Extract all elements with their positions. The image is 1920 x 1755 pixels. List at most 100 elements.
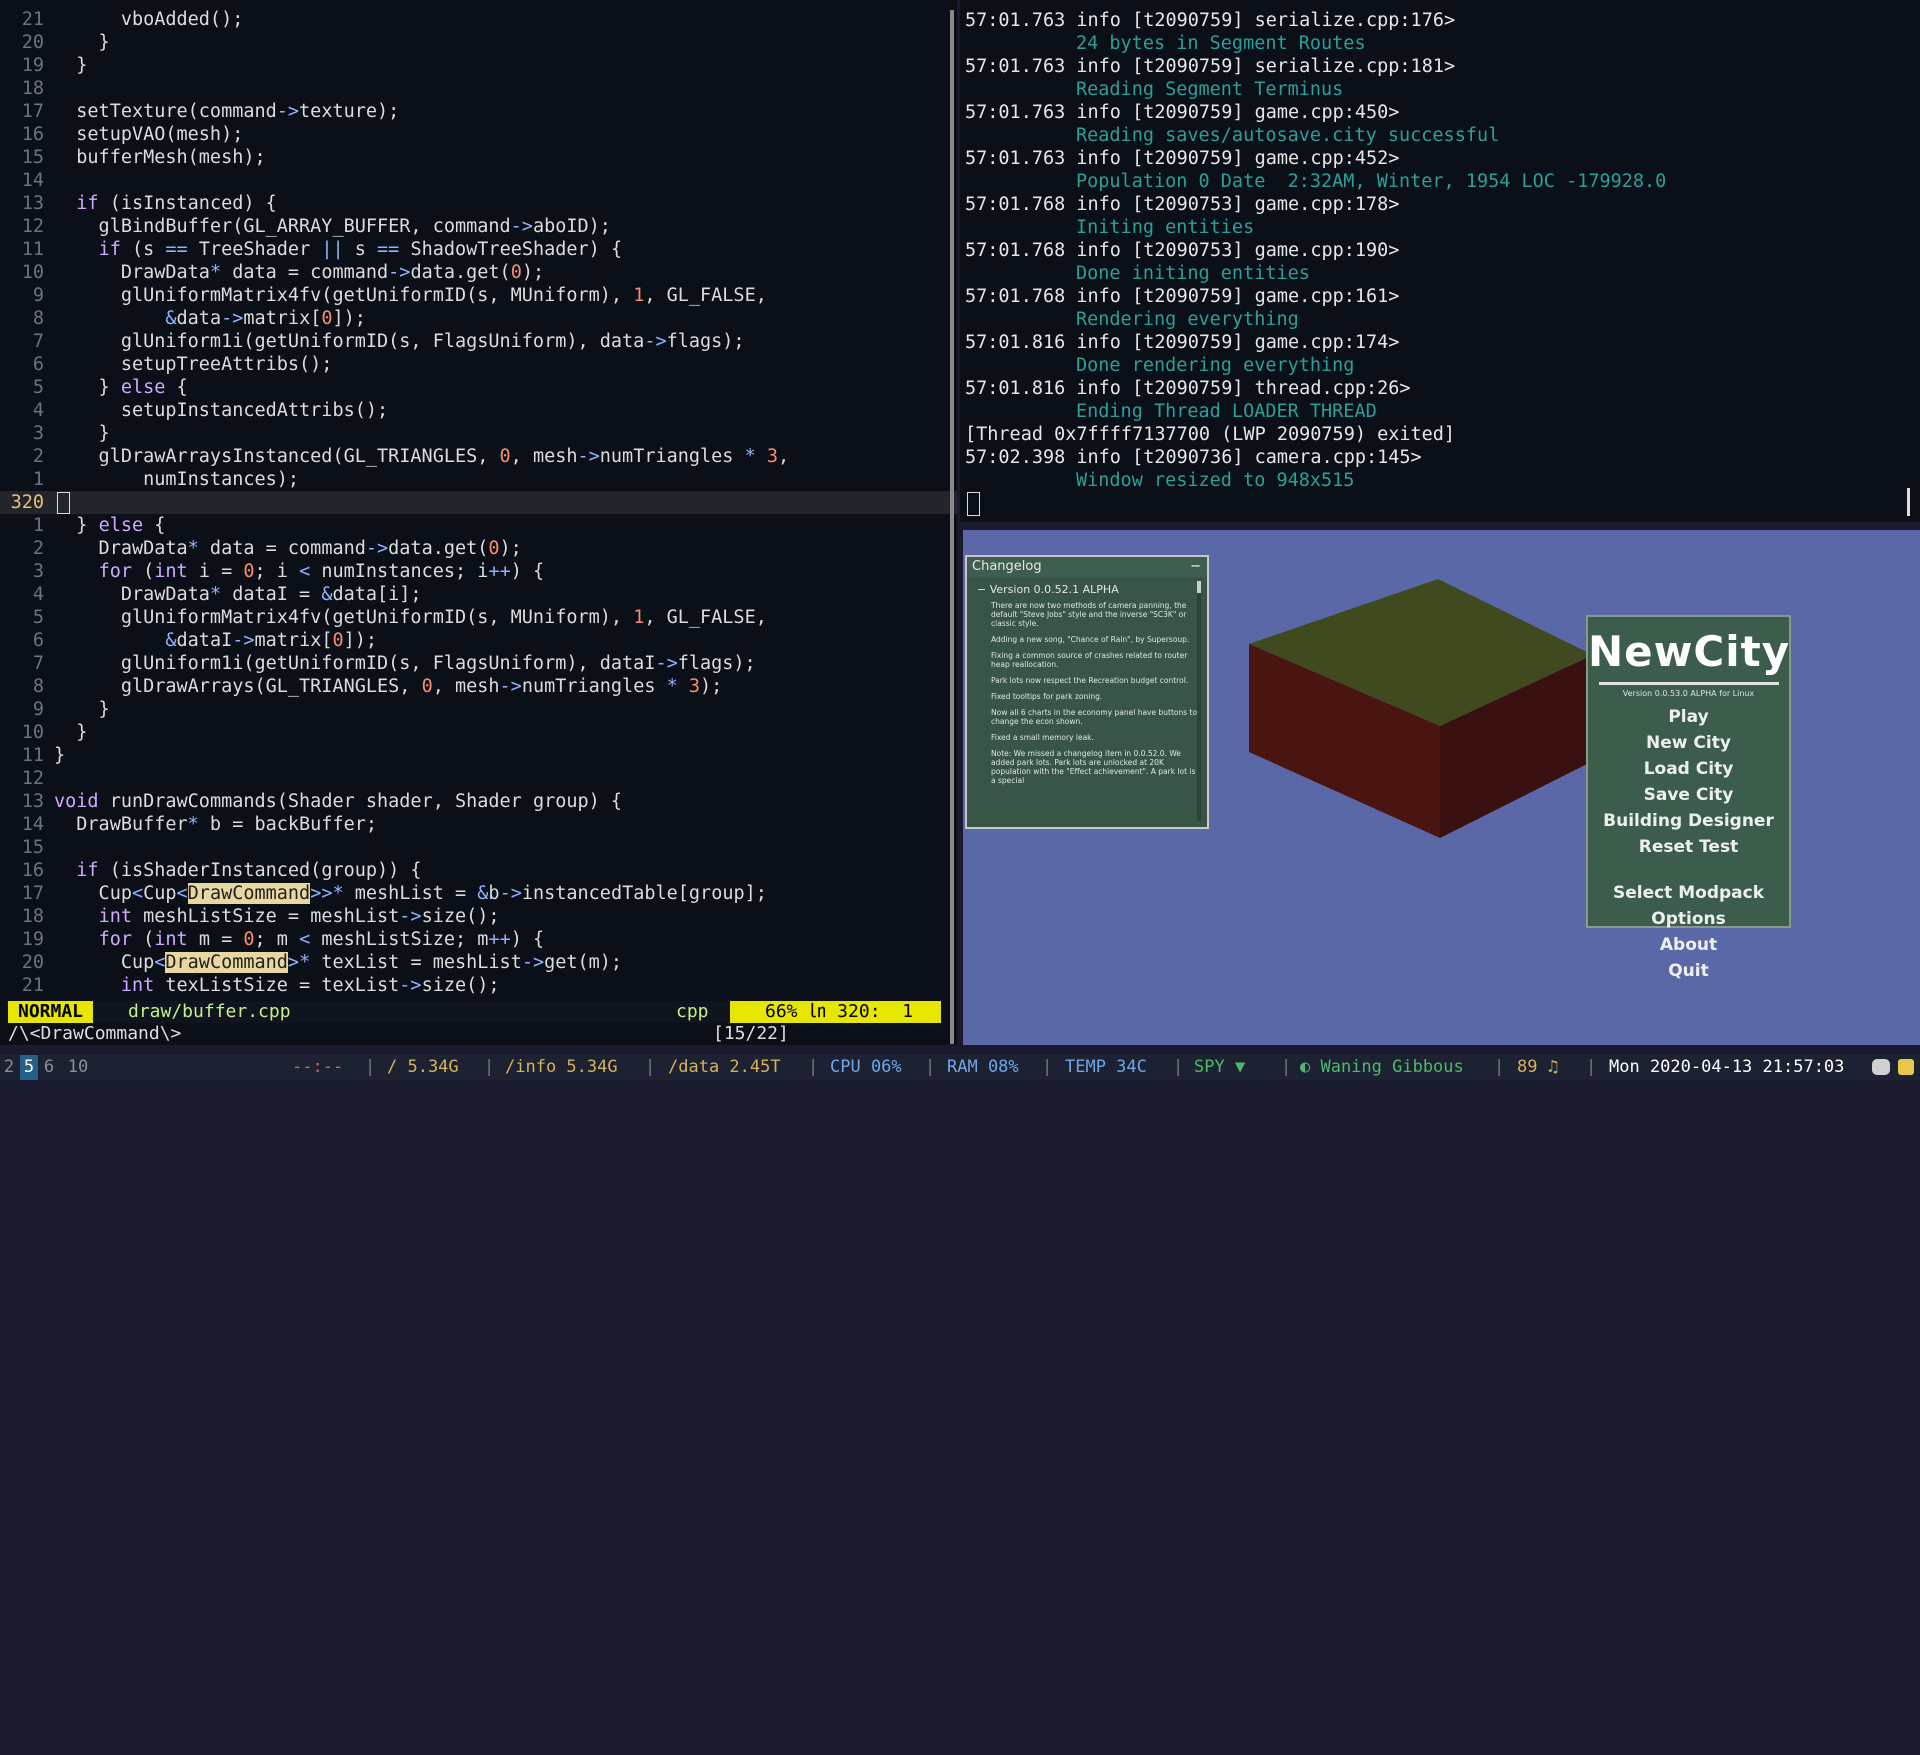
menu-item-about[interactable]: About [1588,932,1789,958]
code-line[interactable]: 10 } [0,721,957,744]
game-viewport[interactable]: Changelog − − Version 0.0.52.1 ALPHA The… [963,530,1920,1045]
menu-item-options[interactable]: Options [1588,906,1789,932]
code-line[interactable]: 18 int meshListSize = meshList->size(); [0,905,957,928]
workspace-2[interactable]: 2 [0,1055,18,1080]
line-code[interactable]: if (isInstanced) { [54,193,277,214]
line-code[interactable]: DrawData* data = command->data.get(0); [54,538,522,559]
line-code[interactable]: setTexture(command->texture); [54,101,399,122]
line-code[interactable]: Cup<Cup<DrawCommand>>* meshList = &b->in… [54,883,767,904]
line-code[interactable]: if (s == TreeShader || s == ShadowTreeSh… [54,239,623,260]
line-code[interactable]: &dataI->matrix[0]); [54,630,377,651]
changelog-scrollbar[interactable] [1197,581,1201,821]
code-line[interactable]: 20 } [0,31,957,54]
line-code[interactable]: for (int i = 0; i < numInstances; i++) { [54,561,545,582]
vim-command-line[interactable]: /\<DrawCommand\> [8,1023,181,1045]
code-buffer[interactable]: 21 vboAdded(); 20 } 19 } 18 17 setTexture(co… [0,8,957,997]
menu-item-reset-test[interactable]: Reset Test [1588,834,1789,860]
code-line[interactable]: 11} [0,744,957,767]
code-line[interactable]: 9 } [0,698,957,721]
code-line[interactable]: 18 [0,77,957,100]
terminal-pane[interactable]: 57:01.763 info [t2090759] serialize.cpp:… [960,0,1920,522]
menu-item-new-city[interactable]: New City [1588,730,1789,756]
line-code[interactable]: } [54,32,110,53]
line-code[interactable]: numInstances); [54,469,299,490]
code-line[interactable]: 7 glUniform1i(getUniformID(s, FlagsUnifo… [0,330,957,353]
changelog-version[interactable]: − Version 0.0.52.1 ALPHA [977,583,1199,596]
code-line[interactable]: 15 [0,836,957,859]
line-code[interactable]: if (isShaderInstanced(group)) { [54,860,421,881]
line-code[interactable]: glBindBuffer(GL_ARRAY_BUFFER, command->a… [54,216,611,237]
code-line[interactable]: 12 [0,767,957,790]
line-code[interactable]: } [54,722,87,743]
line-code[interactable]: } [54,699,110,720]
discord-icon[interactable] [1872,1059,1890,1075]
line-code[interactable]: } [54,745,65,766]
line-code[interactable]: } [54,423,110,444]
code-line[interactable]: 5 glUniformMatrix4fv(getUniformID(s, MUn… [0,606,957,629]
code-line[interactable]: 6 &dataI->matrix[0]); [0,629,957,652]
code-line[interactable]: 14 DrawBuffer* b = backBuffer; [0,813,957,836]
tray-app-icon[interactable] [1898,1059,1914,1075]
code-line[interactable]: 17 Cup<Cup<DrawCommand>>* meshList = &b-… [0,882,957,905]
menu-item-play[interactable]: Play [1588,704,1789,730]
code-line[interactable]: 4 setupInstancedAttribs(); [0,399,957,422]
code-line[interactable]: 14 [0,169,957,192]
code-line[interactable]: 8 &data->matrix[0]); [0,307,957,330]
minimize-icon[interactable]: − [1190,557,1201,577]
terminal-scrollbar[interactable] [1907,488,1910,516]
code-line[interactable]: 1 numInstances); [0,468,957,491]
code-line[interactable]: 21 vboAdded(); [0,8,957,31]
line-code[interactable]: vboAdded(); [54,9,244,30]
pane-divider[interactable] [950,10,954,1044]
code-line[interactable]: 5 } else { [0,376,957,399]
code-line[interactable]: 15 bufferMesh(mesh); [0,146,957,169]
code-line[interactable]: 3 for (int i = 0; i < numInstances; i++)… [0,560,957,583]
line-code[interactable]: &data->matrix[0]); [54,308,366,329]
code-line[interactable]: 13 if (isInstanced) { [0,192,957,215]
volume[interactable]: 89 ♫ [1517,1055,1558,1080]
line-code[interactable]: } else { [54,377,188,398]
line-code[interactable]: glUniformMatrix4fv(getUniformID(s, MUnif… [54,607,767,628]
line-code[interactable]: DrawData* data = command->data.get(0); [54,262,544,283]
line-code[interactable]: setupTreeAttribs(); [54,354,333,375]
code-line[interactable]: 8 glDrawArrays(GL_TRIANGLES, 0, mesh->nu… [0,675,957,698]
code-line[interactable]: 320 [0,491,957,514]
code-line[interactable]: 1 } else { [0,514,957,537]
line-code[interactable]: void runDrawCommands(Shader shader, Shad… [54,791,622,812]
code-line[interactable]: 4 DrawData* dataI = &data[i]; [0,583,957,606]
line-code[interactable]: setupInstancedAttribs(); [54,400,388,421]
menu-item-load-city[interactable]: Load City [1588,756,1789,782]
code-line[interactable]: 16 setupVAO(mesh); [0,123,957,146]
code-line[interactable]: 21 int texListSize = texList->size(); [0,974,957,997]
changelog-panel[interactable]: Changelog − − Version 0.0.52.1 ALPHA The… [965,555,1209,829]
stock-ticker[interactable]: SPY ▼ [1194,1055,1245,1080]
changelog-header[interactable]: Changelog − [967,557,1207,577]
code-line[interactable]: 2 DrawData* data = command->data.get(0); [0,537,957,560]
workspace-5[interactable]: 5 [20,1055,38,1080]
line-code[interactable]: setupVAO(mesh); [54,124,243,145]
line-code[interactable]: } [54,55,87,76]
code-line[interactable]: 6 setupTreeAttribs(); [0,353,957,376]
workspace-6[interactable]: 6 [40,1055,58,1080]
menu-item-save-city[interactable]: Save City [1588,782,1789,808]
code-line[interactable]: 20 Cup<DrawCommand>* texList = meshList-… [0,951,957,974]
line-code[interactable]: for (int m = 0; m < meshListSize; m++) { [54,929,545,950]
code-line[interactable]: 7 glUniform1i(getUniformID(s, FlagsUnifo… [0,652,957,675]
line-code[interactable]: DrawData* dataI = &data[i]; [54,584,422,605]
workspace-10[interactable]: 10 [64,1055,92,1080]
line-code[interactable]: DrawBuffer* b = backBuffer; [54,814,377,835]
line-code[interactable]: } else { [54,515,165,536]
code-line[interactable]: 11 if (s == TreeShader || s == ShadowTre… [0,238,957,261]
menu-item-quit[interactable]: Quit [1588,958,1789,984]
code-line[interactable]: 19 } [0,54,957,77]
line-code[interactable]: glUniformMatrix4fv(getUniformID(s, MUnif… [54,285,767,306]
line-code[interactable]: glUniform1i(getUniformID(s, FlagsUniform… [54,653,756,674]
code-line[interactable]: 10 DrawData* data = command->data.get(0)… [0,261,957,284]
code-line[interactable]: 17 setTexture(command->texture); [0,100,957,123]
line-code[interactable]: bufferMesh(mesh); [54,147,265,168]
line-code[interactable]: glDrawArrays(GL_TRIANGLES, 0, mesh->numT… [54,676,723,697]
code-line[interactable]: 19 for (int m = 0; m < meshListSize; m++… [0,928,957,951]
code-line[interactable]: 9 glUniformMatrix4fv(getUniformID(s, MUn… [0,284,957,307]
code-line[interactable]: 12 glBindBuffer(GL_ARRAY_BUFFER, command… [0,215,957,238]
code-line[interactable]: 2 glDrawArraysInstanced(GL_TRIANGLES, 0,… [0,445,957,468]
